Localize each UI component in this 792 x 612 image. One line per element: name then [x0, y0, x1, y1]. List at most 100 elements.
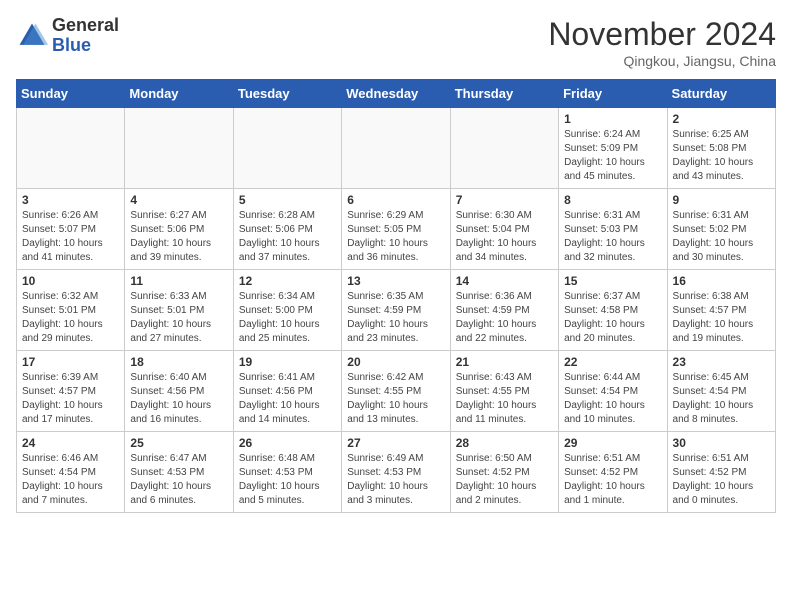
calendar-day-cell: 4 Sunrise: 6:27 AMSunset: 5:06 PMDaylight…	[125, 189, 233, 270]
day-number: 12	[239, 274, 336, 288]
weekday-header: Saturday	[667, 80, 775, 108]
day-info: Sunrise: 6:35 AMSunset: 4:59 PMDaylight:…	[347, 290, 444, 346]
day-info: Sunrise: 6:50 AMSunset: 4:52 PMDaylight:…	[456, 452, 553, 508]
calendar-day-cell: 19Sunrise: 6:41 AMSunset: 4:56 PMDayligh…	[233, 351, 341, 432]
day-info: Sunrise: 6:39 AMSunset: 4:57 PMDaylight:…	[22, 371, 119, 427]
calendar-day-cell: 2 Sunrise: 6:25 AMSunset: 5:08 PMDaylight…	[667, 108, 775, 189]
calendar-day-cell: 9Sunrise: 6:31 AMSunset: 5:02 PMDaylight…	[667, 189, 775, 270]
day-info: Sunrise: 6:36 AMSunset: 4:59 PMDaylight:…	[456, 290, 553, 346]
day-info: Sunrise: 6:42 AMSunset: 4:55 PMDaylight:…	[347, 371, 444, 427]
day-number: 20	[347, 355, 444, 369]
calendar-day-cell	[450, 108, 558, 189]
calendar-day-cell: 23 Sunrise: 6:45 AMSunset: 4:54 PMDayligh…	[667, 351, 775, 432]
day-info: Sunrise: 6:44 AMSunset: 4:54 PMDaylight:…	[564, 371, 661, 427]
weekday-header: Sunday	[17, 80, 125, 108]
day-number: 7	[456, 193, 553, 207]
day-number: 22	[564, 355, 661, 369]
month-title: November 2024	[548, 16, 776, 53]
day-info: Sunrise: 6:40 AMSunset: 4:56 PMDaylight:…	[130, 371, 227, 427]
calendar-day-cell	[342, 108, 450, 189]
calendar-day-cell: 6 Sunrise: 6:29 AMSunset: 5:05 PMDaylight…	[342, 189, 450, 270]
day-info: Sunrise: 6:32 AMSunset: 5:01 PMDaylight:…	[22, 290, 119, 346]
calendar-day-cell: 3 Sunrise: 6:26 AMSunset: 5:07 PMDaylight…	[17, 189, 125, 270]
logo: General Blue	[16, 16, 119, 56]
weekday-header: Thursday	[450, 80, 558, 108]
calendar-day-cell: 15Sunrise: 6:37 AMSunset: 4:58 PMDayligh…	[559, 270, 667, 351]
calendar-day-cell: 13Sunrise: 6:35 AMSunset: 4:59 PMDayligh…	[342, 270, 450, 351]
calendar-day-cell: 28 Sunrise: 6:50 AMSunset: 4:52 PMDayligh…	[450, 432, 558, 513]
calendar-day-cell	[17, 108, 125, 189]
day-number: 23	[673, 355, 770, 369]
day-number: 26	[239, 436, 336, 450]
calendar-day-cell: 12 Sunrise: 6:34 AMSunset: 5:00 PMDayligh…	[233, 270, 341, 351]
day-info: Sunrise: 6:51 AMSunset: 4:52 PMDaylight:…	[564, 452, 661, 508]
day-number: 3	[22, 193, 119, 207]
calendar-day-cell: 24Sunrise: 6:46 AMSunset: 4:54 PMDayligh…	[17, 432, 125, 513]
calendar-day-cell: 20 Sunrise: 6:42 AMSunset: 4:55 PMDayligh…	[342, 351, 450, 432]
day-number: 8	[564, 193, 661, 207]
day-number: 14	[456, 274, 553, 288]
calendar-day-cell: 16 Sunrise: 6:38 AMSunset: 4:57 PMDayligh…	[667, 270, 775, 351]
calendar-day-cell: 5Sunrise: 6:28 AMSunset: 5:06 PMDaylight…	[233, 189, 341, 270]
calendar-day-cell: 18 Sunrise: 6:40 AMSunset: 4:56 PMDayligh…	[125, 351, 233, 432]
calendar-day-cell: 7 Sunrise: 6:30 AMSunset: 5:04 PMDaylight…	[450, 189, 558, 270]
calendar-week-row: 3 Sunrise: 6:26 AMSunset: 5:07 PMDaylight…	[17, 189, 776, 270]
weekday-header: Monday	[125, 80, 233, 108]
calendar-day-cell	[125, 108, 233, 189]
day-number: 27	[347, 436, 444, 450]
calendar-day-cell: 26 Sunrise: 6:48 AMSunset: 4:53 PMDayligh…	[233, 432, 341, 513]
day-info: Sunrise: 6:24 AMSunset: 5:09 PMDaylight:…	[564, 128, 661, 184]
day-number: 11	[130, 274, 227, 288]
weekday-header: Tuesday	[233, 80, 341, 108]
calendar-day-cell: 25Sunrise: 6:47 AMSunset: 4:53 PMDayligh…	[125, 432, 233, 513]
calendar-day-cell: 27 Sunrise: 6:49 AMSunset: 4:53 PMDayligh…	[342, 432, 450, 513]
day-number: 21	[456, 355, 553, 369]
calendar-week-row: 24Sunrise: 6:46 AMSunset: 4:54 PMDayligh…	[17, 432, 776, 513]
day-number: 2	[673, 112, 770, 126]
calendar-day-cell: 11 Sunrise: 6:33 AMSunset: 5:01 PMDayligh…	[125, 270, 233, 351]
day-number: 29	[564, 436, 661, 450]
day-info: Sunrise: 6:43 AMSunset: 4:55 PMDaylight:…	[456, 371, 553, 427]
weekday-header: Wednesday	[342, 80, 450, 108]
calendar-week-row: 17Sunrise: 6:39 AMSunset: 4:57 PMDayligh…	[17, 351, 776, 432]
day-info: Sunrise: 6:38 AMSunset: 4:57 PMDaylight:…	[673, 290, 770, 346]
calendar-day-cell: 30 Sunrise: 6:51 AMSunset: 4:52 PMDayligh…	[667, 432, 775, 513]
day-number: 30	[673, 436, 770, 450]
logo-text: General Blue	[52, 16, 119, 56]
day-number: 16	[673, 274, 770, 288]
calendar-day-cell	[233, 108, 341, 189]
calendar-day-cell: 10Sunrise: 6:32 AMSunset: 5:01 PMDayligh…	[17, 270, 125, 351]
day-info: Sunrise: 6:51 AMSunset: 4:52 PMDaylight:…	[673, 452, 770, 508]
weekday-header-row: SundayMondayTuesdayWednesdayThursdayFrid…	[17, 80, 776, 108]
calendar-day-cell: 21 Sunrise: 6:43 AMSunset: 4:55 PMDayligh…	[450, 351, 558, 432]
day-info: Sunrise: 6:27 AMSunset: 5:06 PMDaylight:…	[130, 209, 227, 265]
day-number: 25	[130, 436, 227, 450]
day-info: Sunrise: 6:45 AMSunset: 4:54 PMDaylight:…	[673, 371, 770, 427]
day-info: Sunrise: 6:48 AMSunset: 4:53 PMDaylight:…	[239, 452, 336, 508]
day-info: Sunrise: 6:29 AMSunset: 5:05 PMDaylight:…	[347, 209, 444, 265]
weekday-header: Friday	[559, 80, 667, 108]
day-number: 6	[347, 193, 444, 207]
day-info: Sunrise: 6:25 AMSunset: 5:08 PMDaylight:…	[673, 128, 770, 184]
day-number: 28	[456, 436, 553, 450]
day-number: 4	[130, 193, 227, 207]
day-number: 24	[22, 436, 119, 450]
page-header: General Blue November 2024 Qingkou, Jian…	[16, 16, 776, 69]
calendar-day-cell: 1Sunrise: 6:24 AMSunset: 5:09 PMDaylight…	[559, 108, 667, 189]
day-number: 18	[130, 355, 227, 369]
day-info: Sunrise: 6:33 AMSunset: 5:01 PMDaylight:…	[130, 290, 227, 346]
day-info: Sunrise: 6:31 AMSunset: 5:03 PMDaylight:…	[564, 209, 661, 265]
day-info: Sunrise: 6:34 AMSunset: 5:00 PMDaylight:…	[239, 290, 336, 346]
day-info: Sunrise: 6:26 AMSunset: 5:07 PMDaylight:…	[22, 209, 119, 265]
location: Qingkou, Jiangsu, China	[548, 53, 776, 69]
day-info: Sunrise: 6:30 AMSunset: 5:04 PMDaylight:…	[456, 209, 553, 265]
day-info: Sunrise: 6:37 AMSunset: 4:58 PMDaylight:…	[564, 290, 661, 346]
day-info: Sunrise: 6:49 AMSunset: 4:53 PMDaylight:…	[347, 452, 444, 508]
calendar-day-cell: 29 Sunrise: 6:51 AMSunset: 4:52 PMDayligh…	[559, 432, 667, 513]
logo-icon	[16, 20, 48, 52]
calendar-week-row: 1Sunrise: 6:24 AMSunset: 5:09 PMDaylight…	[17, 108, 776, 189]
day-number: 19	[239, 355, 336, 369]
title-area: November 2024 Qingkou, Jiangsu, China	[548, 16, 776, 69]
calendar-table: SundayMondayTuesdayWednesdayThursdayFrid…	[16, 79, 776, 513]
day-info: Sunrise: 6:31 AMSunset: 5:02 PMDaylight:…	[673, 209, 770, 265]
